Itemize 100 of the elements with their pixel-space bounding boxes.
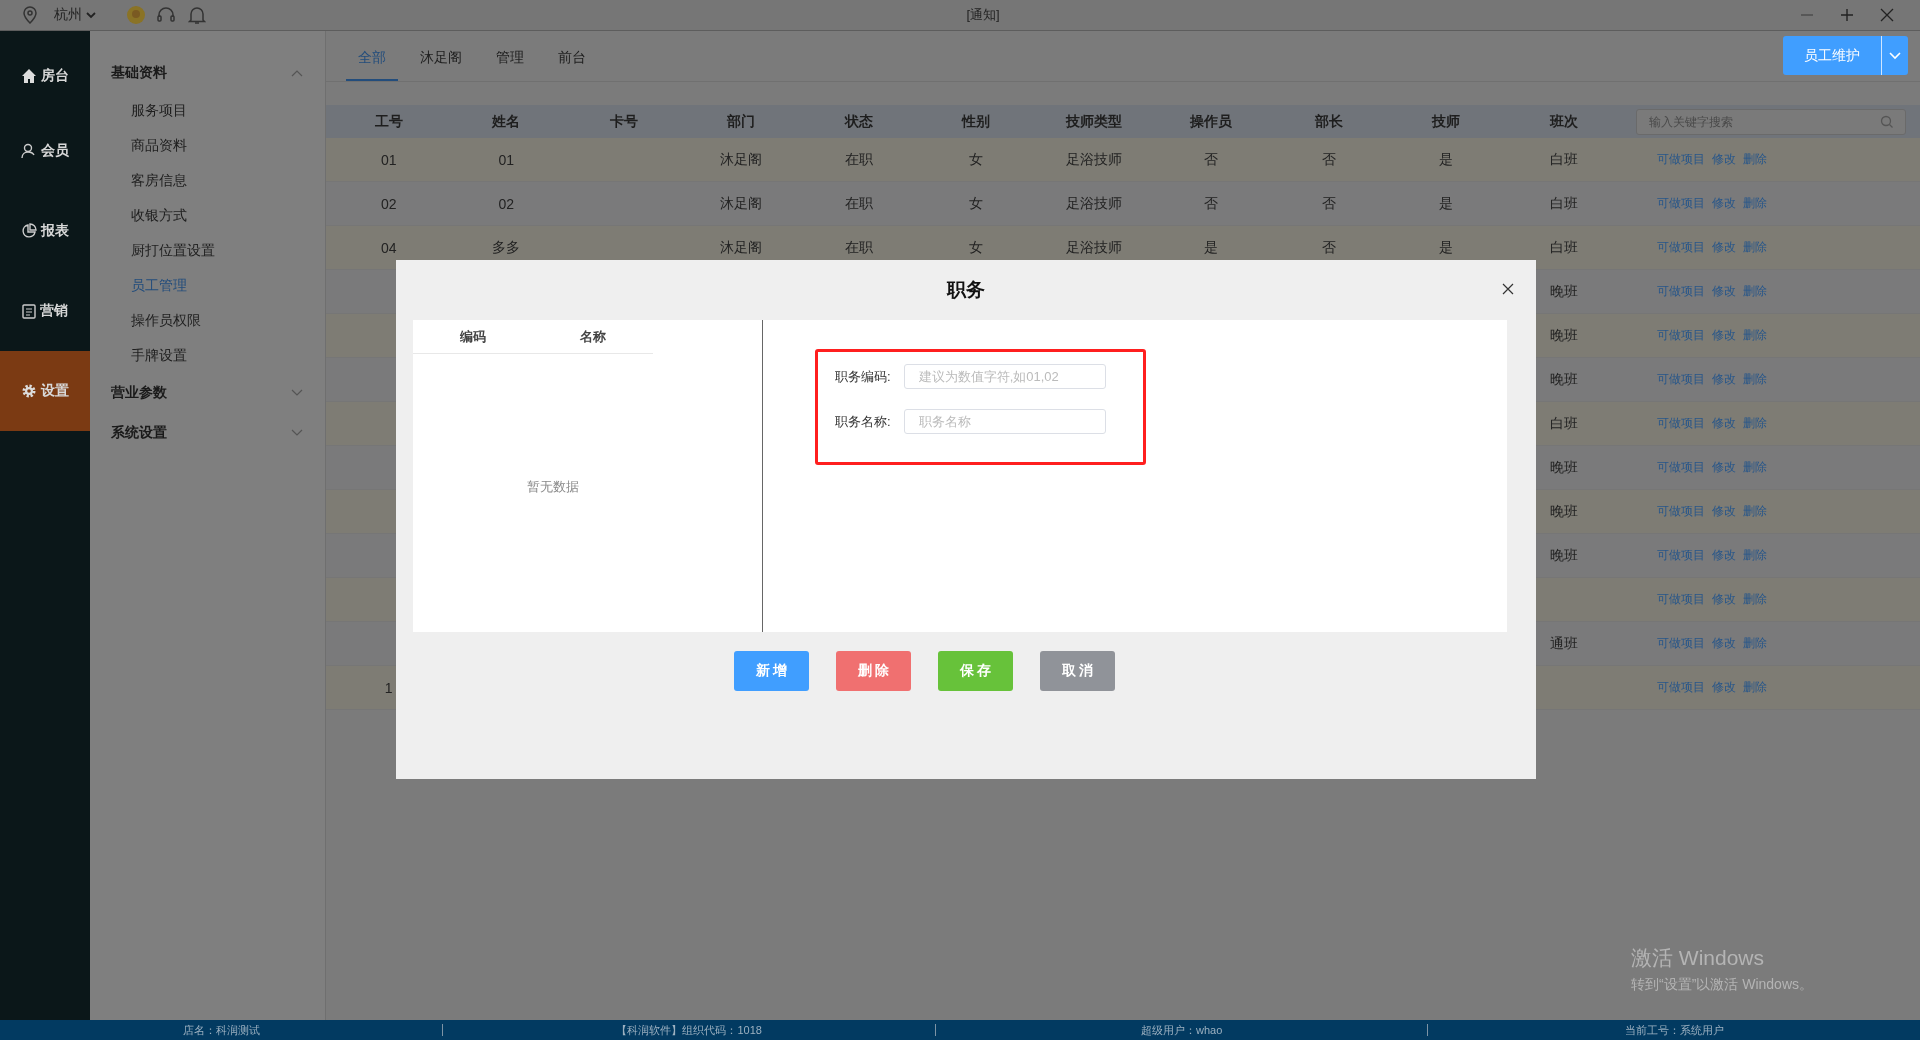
action-link[interactable]: 修改 xyxy=(1711,195,1736,212)
action-link[interactable]: 修改 xyxy=(1711,459,1736,476)
menu-item[interactable]: 操作员权限 xyxy=(90,303,325,338)
table-cell: 在职 xyxy=(844,238,873,257)
action-link[interactable]: 可做项目 xyxy=(1656,679,1705,696)
table-cell: 02 xyxy=(498,195,515,212)
action-link[interactable]: 删除 xyxy=(1742,151,1767,168)
column-header: 性别 xyxy=(962,112,991,131)
action-link[interactable]: 可做项目 xyxy=(1656,283,1705,300)
action-link[interactable]: 可做项目 xyxy=(1656,327,1705,344)
location-icon[interactable] xyxy=(22,6,38,24)
table-cell: 在职 xyxy=(844,150,873,169)
action-link[interactable]: 可做项目 xyxy=(1656,547,1705,564)
tab[interactable]: 沐足阁 xyxy=(408,49,474,81)
action-link[interactable]: 删除 xyxy=(1742,547,1767,564)
action-link[interactable]: 删除 xyxy=(1742,591,1767,608)
nav-item[interactable]: 会员 xyxy=(0,111,90,191)
table-cell: 是 xyxy=(1439,150,1454,169)
action-link[interactable]: 可做项目 xyxy=(1656,239,1705,256)
action-link[interactable]: 可做项目 xyxy=(1656,591,1705,608)
pie-chart-icon xyxy=(21,223,37,239)
maintain-split-button[interactable]: 员工维护 xyxy=(1783,36,1908,75)
action-link[interactable]: 删除 xyxy=(1742,283,1767,300)
nav-item[interactable]: 设置 xyxy=(0,351,90,431)
menu-item[interactable]: 手牌设置 xyxy=(90,338,325,373)
bell-icon[interactable] xyxy=(188,5,206,25)
table-cell: 通班 xyxy=(1549,634,1578,653)
table-cell: 是 xyxy=(1204,238,1219,257)
close-icon[interactable] xyxy=(1502,283,1514,295)
table-cell: 女 xyxy=(969,194,984,213)
action-link[interactable]: 删除 xyxy=(1742,415,1767,432)
input-field[interactable]: 建议为数值字符,如01,02 xyxy=(903,364,1106,389)
table-cell: 否 xyxy=(1204,150,1219,169)
action-link[interactable]: 删除 xyxy=(1742,635,1767,652)
action-link[interactable]: 删除 xyxy=(1742,239,1767,256)
action-link[interactable]: 删除 xyxy=(1742,195,1767,212)
action-link[interactable]: 修改 xyxy=(1711,415,1736,432)
delete-button[interactable]: 删 除 xyxy=(836,651,911,691)
action-link[interactable]: 修改 xyxy=(1711,591,1736,608)
column-header: 编码 xyxy=(459,327,487,346)
column-header: 卡号 xyxy=(609,112,638,131)
action-link[interactable]: 可做项目 xyxy=(1656,195,1705,212)
action-link[interactable]: 修改 xyxy=(1711,327,1736,344)
caret-icon[interactable] xyxy=(1889,51,1901,60)
action-link[interactable]: 修改 xyxy=(1711,283,1736,300)
cancel-button[interactable]: 取 消 xyxy=(1040,651,1115,691)
action-link[interactable]: 修改 xyxy=(1711,151,1736,168)
field-label: 职务编码: xyxy=(835,367,891,386)
nav-item[interactable]: 营销 xyxy=(0,271,90,351)
action-link[interactable]: 修改 xyxy=(1711,239,1736,256)
tab[interactable]: 全部 xyxy=(346,49,398,81)
column-header: 操作员 xyxy=(1190,112,1233,131)
dialog-title: 职务 xyxy=(947,278,985,302)
menu-group[interactable]: 营业参数 xyxy=(90,373,325,413)
maximize-icon[interactable] xyxy=(1840,8,1854,22)
search-icon[interactable] xyxy=(1880,114,1894,129)
person-icon xyxy=(21,143,37,159)
city-dropdown[interactable]: 杭州 xyxy=(54,6,96,24)
action-link[interactable]: 可做项目 xyxy=(1656,415,1705,432)
action-link[interactable]: 删除 xyxy=(1742,503,1767,520)
table-cell: 晚班 xyxy=(1549,370,1578,389)
table-cell: 沐足阁 xyxy=(720,150,763,169)
menu-group[interactable]: 系统设置 xyxy=(90,413,325,453)
column-header: 班次 xyxy=(1549,112,1578,131)
action-link[interactable]: 修改 xyxy=(1711,503,1736,520)
action-link[interactable]: 可做项目 xyxy=(1656,371,1705,388)
action-link[interactable]: 修改 xyxy=(1711,679,1736,696)
headset-icon[interactable] xyxy=(156,5,176,25)
menu-item[interactable]: 商品资料 xyxy=(90,128,325,163)
tab[interactable]: 管理 xyxy=(484,49,536,81)
menu-item[interactable]: 收银方式 xyxy=(90,198,325,233)
menu-item[interactable]: 服务项目 xyxy=(90,93,325,128)
status-text: 当前工号：系统用户 xyxy=(1624,1024,1724,1036)
input-field[interactable]: 职务名称 xyxy=(903,409,1106,434)
action-link[interactable]: 删除 xyxy=(1742,327,1767,344)
action-link[interactable]: 删除 xyxy=(1742,371,1767,388)
action-link[interactable]: 删除 xyxy=(1742,459,1767,476)
action-link[interactable]: 修改 xyxy=(1711,635,1736,652)
action-link[interactable]: 可做项目 xyxy=(1656,151,1705,168)
add-button[interactable]: 新 增 xyxy=(734,651,809,691)
home-icon xyxy=(21,68,37,84)
action-link[interactable]: 可做项目 xyxy=(1656,503,1705,520)
menu-item[interactable]: 员工管理 xyxy=(90,268,325,303)
action-link[interactable]: 可做项目 xyxy=(1656,459,1705,476)
nav-item[interactable]: 报表 xyxy=(0,191,90,271)
menu-group[interactable]: 基础资料 xyxy=(90,53,325,93)
tab[interactable]: 前台 xyxy=(546,49,598,81)
nav-item[interactable]: 房台 xyxy=(0,51,90,101)
table-cell: 晚班 xyxy=(1549,458,1578,477)
action-link[interactable]: 删除 xyxy=(1742,679,1767,696)
action-link[interactable]: 可做项目 xyxy=(1656,635,1705,652)
clipboard-icon xyxy=(22,303,36,319)
menu-item[interactable]: 厨打位置设置 xyxy=(90,233,325,268)
save-button[interactable]: 保 存 xyxy=(938,651,1013,691)
action-link[interactable]: 修改 xyxy=(1711,371,1736,388)
menu-item[interactable]: 客房信息 xyxy=(90,163,325,198)
action-link[interactable]: 修改 xyxy=(1711,547,1736,564)
table-cell: 否 xyxy=(1204,194,1219,213)
column-header: 姓名 xyxy=(492,112,521,131)
column-header: 部门 xyxy=(727,112,756,131)
